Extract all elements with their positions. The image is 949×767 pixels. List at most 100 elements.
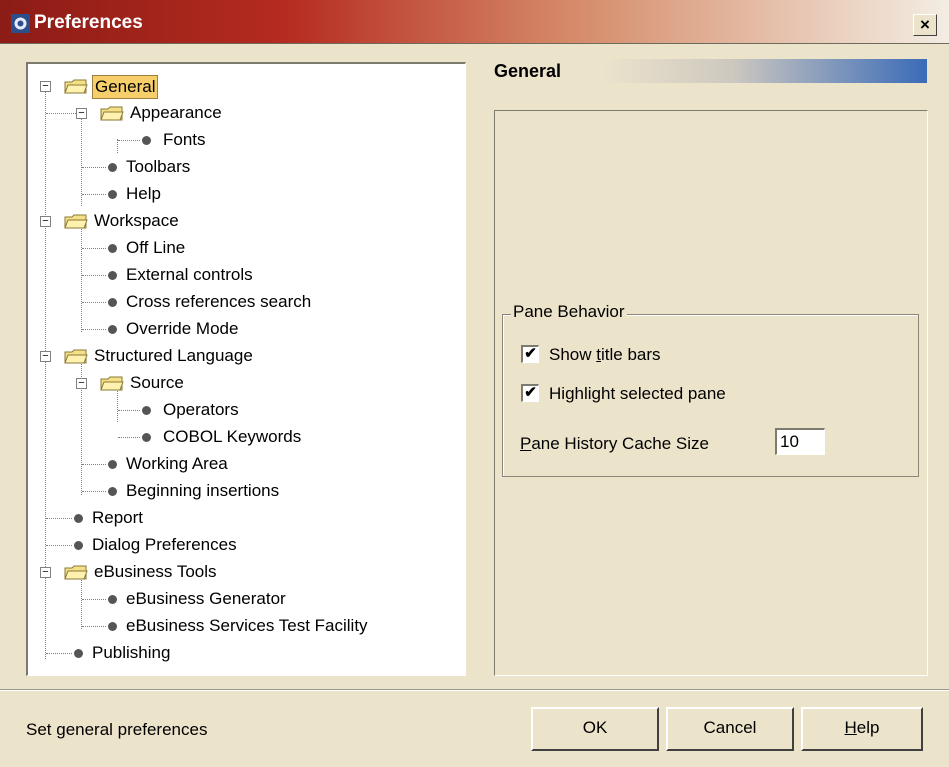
collapse-icon[interactable]: − bbox=[40, 567, 51, 578]
tree-item-override-mode[interactable]: Override Mode bbox=[28, 316, 448, 343]
tree-connector bbox=[82, 302, 106, 303]
highlight-selected-pane-checkbox[interactable]: ✔ bbox=[521, 384, 539, 402]
tree-item-label: eBusiness Tools bbox=[94, 562, 217, 581]
tree-connector bbox=[82, 248, 106, 249]
mnemonic: H bbox=[844, 718, 857, 737]
tree-item-label: eBusiness Generator bbox=[126, 589, 286, 608]
tree-item-ebusiness-services-test-facility[interactable]: eBusiness Services Test Facility bbox=[28, 613, 448, 640]
collapse-icon[interactable]: − bbox=[76, 378, 87, 389]
tree-item-label: Appearance bbox=[130, 103, 222, 122]
tree-item-ebusiness-generator[interactable]: eBusiness Generator bbox=[28, 586, 448, 613]
section-title: General bbox=[494, 61, 562, 81]
leaf-bullet-icon bbox=[142, 406, 151, 415]
tree-item-help[interactable]: Help bbox=[28, 181, 448, 208]
leaf-bullet-icon bbox=[108, 460, 117, 469]
ok-button[interactable]: OK bbox=[531, 707, 659, 751]
status-text: Set general preferences bbox=[26, 720, 208, 739]
cache-size-label: Pane History Cache Size bbox=[520, 434, 709, 454]
tree-item-appearance[interactable]: − Appearance bbox=[28, 100, 448, 127]
preferences-tree[interactable]: − General − Appearance Fonts Toolbars He… bbox=[26, 62, 466, 676]
leaf-bullet-icon bbox=[74, 541, 83, 550]
show-title-bars-label[interactable]: Show title bars bbox=[549, 345, 661, 365]
tree-connector bbox=[46, 518, 72, 519]
leaf-bullet-icon bbox=[108, 595, 117, 604]
check-icon: ✔ bbox=[524, 384, 537, 401]
tree-item-operators[interactable]: Operators bbox=[28, 397, 448, 424]
tree-item-label: Fonts bbox=[163, 130, 206, 149]
tree-item-label: Report bbox=[92, 508, 144, 527]
tree-connector bbox=[46, 113, 76, 114]
tree-item-label: External controls bbox=[126, 265, 253, 284]
tree-connector bbox=[82, 329, 106, 330]
tree-connector bbox=[118, 437, 140, 438]
tree-item-beginning-insertions[interactable]: Beginning insertions bbox=[28, 478, 448, 505]
tree-item-off-line[interactable]: Off Line bbox=[28, 235, 448, 262]
tree-item-label: Workspace bbox=[94, 211, 179, 230]
leaf-bullet-icon bbox=[142, 433, 151, 442]
show-title-bars-checkbox[interactable]: ✔ bbox=[521, 345, 539, 363]
tree-item-label: Source bbox=[130, 373, 184, 392]
tree-item-structured-language[interactable]: − Structured Language bbox=[28, 343, 448, 370]
help-button[interactable]: Help bbox=[801, 707, 923, 751]
folder-open-icon bbox=[100, 106, 124, 121]
leaf-bullet-icon bbox=[142, 136, 151, 145]
label-text: Hi bbox=[549, 384, 566, 403]
leaf-bullet-icon bbox=[108, 190, 117, 199]
tree-connector bbox=[46, 653, 72, 654]
check-icon: ✔ bbox=[524, 345, 537, 362]
tree-item-source[interactable]: − Source bbox=[28, 370, 448, 397]
label-text: itle bars bbox=[600, 345, 661, 364]
label-text: ane History Cache Size bbox=[531, 434, 709, 453]
tree-connector bbox=[82, 491, 106, 492]
tree-item-label: Beginning insertions bbox=[126, 481, 280, 500]
tree-item-label: Override Mode bbox=[126, 319, 239, 338]
title-bar[interactable]: Preferences × bbox=[0, 0, 949, 44]
group-title: Pane Behavior bbox=[511, 302, 627, 322]
highlight-selected-pane-label[interactable]: Highlight selected pane bbox=[549, 384, 726, 404]
folder-open-icon bbox=[64, 214, 88, 229]
tree-item-ebusiness-tools[interactable]: − eBusiness Tools bbox=[28, 559, 448, 586]
tree-item-toolbars[interactable]: Toolbars bbox=[28, 154, 448, 181]
leaf-bullet-icon bbox=[108, 271, 117, 280]
tree-item-cross-references-search[interactable]: Cross references search bbox=[28, 289, 448, 316]
tree-item-fonts[interactable]: Fonts bbox=[28, 127, 448, 154]
tree-item-label: Working Area bbox=[126, 454, 228, 473]
folder-open-icon bbox=[100, 376, 124, 391]
tree-connector bbox=[82, 626, 106, 627]
leaf-bullet-icon bbox=[74, 514, 83, 523]
cancel-button[interactable]: Cancel bbox=[666, 707, 794, 751]
tree-item-cobol-keywords[interactable]: COBOL Keywords bbox=[28, 424, 448, 451]
tree-item-general[interactable]: − General bbox=[28, 73, 448, 100]
tree-connector bbox=[118, 410, 140, 411]
collapse-icon[interactable]: − bbox=[40, 351, 51, 362]
tree-item-label: COBOL Keywords bbox=[163, 427, 302, 446]
section-header: General bbox=[494, 59, 927, 83]
mnemonic: P bbox=[520, 434, 532, 453]
window-title: Preferences bbox=[34, 12, 143, 33]
tree-item-label: General bbox=[92, 75, 159, 99]
tree-item-workspace[interactable]: − Workspace bbox=[28, 208, 448, 235]
tree-item-report[interactable]: Report bbox=[28, 505, 448, 532]
folder-open-icon bbox=[64, 349, 88, 364]
tree-item-label: Structured Language bbox=[94, 346, 253, 365]
collapse-icon[interactable]: − bbox=[40, 216, 51, 227]
divider bbox=[0, 689, 949, 691]
tree-item-label: Help bbox=[126, 184, 161, 203]
tree-connector bbox=[46, 545, 72, 546]
close-button[interactable]: × bbox=[913, 14, 937, 36]
collapse-icon[interactable]: − bbox=[76, 108, 87, 119]
label-text: Show bbox=[549, 345, 597, 364]
collapse-icon[interactable]: − bbox=[40, 81, 51, 92]
app-icon bbox=[11, 14, 30, 33]
close-icon: × bbox=[920, 15, 930, 34]
mnemonic: g bbox=[565, 384, 575, 403]
tree-item-publishing[interactable]: Publishing bbox=[28, 640, 448, 667]
folder-open-icon bbox=[64, 79, 88, 94]
tree-item-external-controls[interactable]: External controls bbox=[28, 262, 448, 289]
leaf-bullet-icon bbox=[108, 325, 117, 334]
leaf-bullet-icon bbox=[108, 622, 117, 631]
tree-item-working-area[interactable]: Working Area bbox=[28, 451, 448, 478]
tree-item-dialog-preferences[interactable]: Dialog Preferences bbox=[28, 532, 448, 559]
tree-item-label: Operators bbox=[163, 400, 239, 419]
cache-size-input[interactable] bbox=[775, 428, 825, 455]
